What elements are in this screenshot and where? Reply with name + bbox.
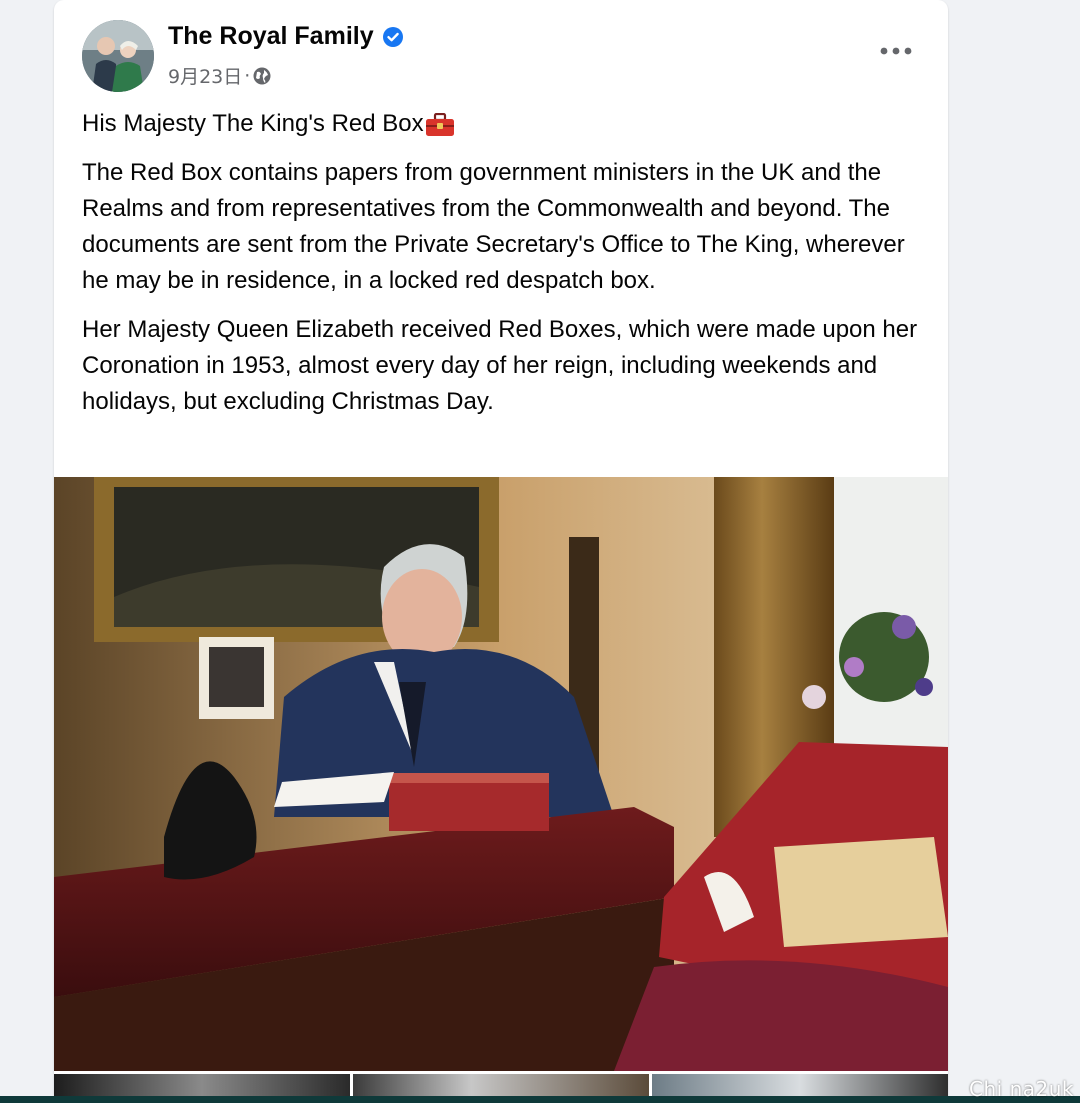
post-title-line: His Majesty The King's Red Box xyxy=(82,106,932,142)
post-photo[interactable] xyxy=(54,477,948,1071)
more-options-button[interactable] xyxy=(876,36,916,66)
post-meta: 9月23日 · xyxy=(168,62,272,89)
page-name[interactable]: The Royal Family xyxy=(168,22,374,51)
meta-separator: · xyxy=(244,64,251,87)
page-avatar[interactable] xyxy=(82,20,154,92)
globe-icon xyxy=(252,66,272,86)
bottom-band xyxy=(0,1096,1080,1103)
post-timestamp[interactable]: 9月23日 xyxy=(168,62,242,89)
page-name-row: The Royal Family xyxy=(168,22,404,51)
post-paragraph-1: The Red Box contains papers from governm… xyxy=(82,159,905,294)
post-card: The Royal Family 9月23日 · His Majesty The… xyxy=(54,0,948,1103)
more-options-icon xyxy=(880,47,912,55)
post-header: The Royal Family 9月23日 · xyxy=(54,0,948,100)
post-text: His Majesty The King's Red Box The Red B… xyxy=(82,106,932,433)
verified-badge-icon xyxy=(382,26,404,48)
post-paragraph-2: Her Majesty Queen Elizabeth received Red… xyxy=(82,316,918,415)
avatar-image xyxy=(82,20,154,92)
king-red-box-photo xyxy=(54,477,948,1071)
toolbox-icon xyxy=(425,112,455,136)
watermark: Chi na2uk xyxy=(969,1077,1074,1101)
post-title: His Majesty The King's Red Box xyxy=(82,110,424,137)
